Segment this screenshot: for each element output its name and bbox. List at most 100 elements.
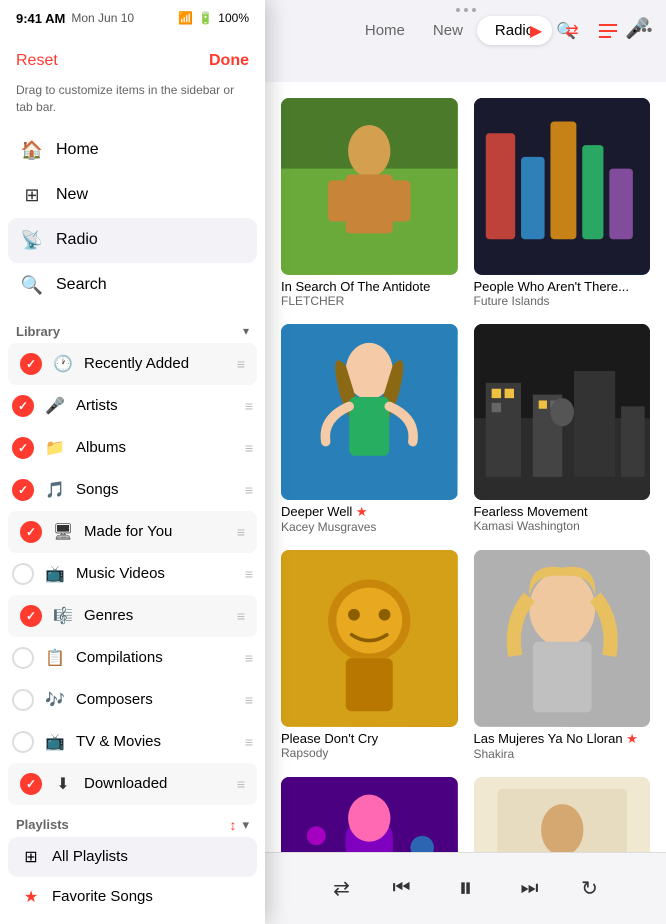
library-item-artists[interactable]: 🎤 Artists ≡	[0, 385, 265, 427]
sidebar-item-new-label: New	[56, 186, 88, 204]
album-item[interactable]: Fearless Movement Kamasi Washington	[474, 324, 651, 535]
album-item[interactable]: Please Don't Cry Rapsody	[281, 550, 458, 761]
library-item-songs[interactable]: 🎵 Songs ≡	[0, 469, 265, 511]
home-icon: 🏠	[20, 140, 44, 161]
library-items: 🕐 Recently Added ≡ 🎤 Artists ≡ 📁 Albums …	[0, 343, 265, 805]
tab-home[interactable]: Home	[351, 16, 419, 45]
playlists-section: Playlists ↕ ▾ ⊞ All Playlists ★ Favorite…	[0, 805, 265, 924]
tv-movies-icon: 📺	[44, 732, 66, 752]
album-item[interactable]: att. (Apple Music Edition) ★ Young Miko	[281, 777, 458, 853]
library-item-made-for-you[interactable]: 🖥 Made for You ≡	[8, 511, 257, 553]
sidebar-item-radio-label: Radio	[56, 231, 98, 249]
album-title: Fearless Movement	[474, 504, 651, 519]
np-repeat-button[interactable]: ↻	[572, 871, 608, 907]
sidebar-item-search[interactable]: 🔍 Search	[8, 263, 257, 308]
genres-icon: 🎼	[52, 606, 74, 626]
library-item-genres[interactable]: 🎼 Genres ≡	[8, 595, 257, 637]
album-title: People Who Aren't There...	[474, 279, 651, 294]
playlist-item-family[interactable]: 📁 Family Music ▾	[8, 917, 257, 924]
album-cover	[281, 550, 458, 727]
playlist-item-all[interactable]: ⊞ All Playlists	[8, 837, 257, 877]
songs-checkbox[interactable]	[12, 479, 34, 501]
drag-handle: ≡	[237, 524, 245, 540]
compilations-checkbox[interactable]	[12, 647, 34, 669]
sidebar-hint: Drag to customize items in the sidebar o…	[0, 78, 265, 128]
sidebar-item-home[interactable]: 🏠 Home	[8, 128, 257, 173]
wifi-icon: 📶	[178, 11, 193, 25]
nav-dots	[456, 8, 476, 12]
sidebar-reset-button[interactable]: Reset	[16, 52, 58, 70]
composers-icon: 🎶	[44, 690, 66, 710]
drag-handle: ≡	[237, 608, 245, 624]
playlists-sort-icon[interactable]: ↕	[229, 817, 236, 833]
library-item-recently-added[interactable]: 🕐 Recently Added ≡	[8, 343, 257, 385]
tab-new[interactable]: New	[419, 16, 477, 45]
drag-handle: ≡	[237, 356, 245, 372]
recently-added-checkbox[interactable]	[20, 353, 42, 375]
shuffle-button[interactable]: ⇄	[558, 17, 586, 45]
sidebar-item-home-label: Home	[56, 141, 99, 159]
downloaded-checkbox[interactable]	[20, 773, 42, 795]
songs-icon: 🎵	[44, 480, 66, 500]
compilations-icon: 📋	[44, 648, 66, 668]
sidebar-item-new[interactable]: ⊞ New	[8, 173, 257, 218]
music-videos-checkbox[interactable]	[12, 563, 34, 585]
status-icons: 📶 🔋 100%	[178, 11, 249, 25]
radio-icon: 📡	[20, 230, 44, 251]
library-item-music-videos[interactable]: 📺 Music Videos ≡	[0, 553, 265, 595]
compilations-label: Compilations	[76, 649, 235, 666]
sidebar-done-button[interactable]: Done	[209, 52, 249, 70]
library-chevron-icon[interactable]: ▾	[243, 324, 249, 338]
artists-checkbox[interactable]	[12, 395, 34, 417]
album-title: In Search Of The Antidote	[281, 279, 458, 294]
library-item-tv-movies[interactable]: 📺 TV & Movies ≡	[0, 721, 265, 763]
album-cover	[281, 98, 458, 275]
album-item[interactable]: People Who Aren't There... Future Island…	[474, 98, 651, 308]
np-pause-button[interactable]: ⏸	[444, 867, 488, 911]
made-for-you-label: Made for You	[84, 523, 227, 540]
now-playing-bar: ⇄ ⏮ ⏸ ⏭ ↻	[265, 852, 666, 924]
status-date: Mon Jun 10	[71, 11, 134, 25]
queue-button[interactable]	[594, 17, 622, 45]
np-prev-button[interactable]: ⏮	[384, 871, 420, 907]
genres-checkbox[interactable]	[20, 605, 42, 627]
play-button[interactable]: ▶	[522, 17, 550, 45]
album-artist: FLETCHER	[281, 294, 458, 308]
album-artist: Kacey Musgraves	[281, 520, 458, 534]
drag-handle: ≡	[245, 482, 253, 498]
np-shuffle-button[interactable]: ⇄	[324, 871, 360, 907]
library-section-header: Library ▾	[0, 316, 265, 343]
playlists-chevron-icon[interactable]: ▾	[242, 817, 249, 833]
sidebar-item-radio[interactable]: 📡 Radio	[8, 218, 257, 263]
album-cover	[474, 324, 651, 501]
library-item-composers[interactable]: 🎶 Composers ≡	[0, 679, 265, 721]
albums-checkbox[interactable]	[12, 437, 34, 459]
made-for-you-checkbox[interactable]	[20, 521, 42, 543]
library-item-compilations[interactable]: 📋 Compilations ≡	[0, 637, 265, 679]
album-artist: Kamasi Washington	[474, 519, 651, 533]
downloaded-icon: ⬇	[52, 774, 74, 794]
album-item[interactable]: Las Mujeres Ya No Lloran ★ Shakira	[474, 550, 651, 761]
album-grid: In Search Of The Antidote FLETCHER	[265, 82, 666, 852]
mic-icon[interactable]: 🎤	[625, 16, 650, 41]
playlist-item-favorite[interactable]: ★ Favorite Songs	[8, 877, 257, 917]
album-item[interactable]: Yunchan Lim Chopin: Études, Op. 10 &... …	[474, 777, 651, 853]
search-nav-icon: 🔍	[20, 275, 44, 296]
tv-movies-checkbox[interactable]	[12, 731, 34, 753]
album-item[interactable]: In Search Of The Antidote FLETCHER	[281, 98, 458, 308]
album-cover	[474, 550, 651, 727]
album-cover	[474, 98, 651, 275]
tv-movies-label: TV & Movies	[76, 733, 235, 750]
np-next-button[interactable]: ⏭	[512, 871, 548, 907]
recently-added-label: Recently Added	[84, 355, 227, 372]
favorite-songs-label: Favorite Songs	[52, 888, 245, 905]
main-content: Home New Radio 🔍 ▶ ⇄ ••• 🎤	[265, 0, 666, 924]
library-item-albums[interactable]: 📁 Albums ≡	[0, 427, 265, 469]
library-item-downloaded[interactable]: ⬇ Downloaded ≡	[8, 763, 257, 805]
sidebar-item-search-label: Search	[56, 276, 107, 294]
composers-checkbox[interactable]	[12, 689, 34, 711]
album-artist: Rapsody	[281, 746, 458, 760]
album-item[interactable]: Deeper Well ★ Kacey Musgraves	[281, 324, 458, 535]
album-title: Deeper Well ★	[281, 504, 458, 520]
music-videos-icon: 📺	[44, 564, 66, 584]
